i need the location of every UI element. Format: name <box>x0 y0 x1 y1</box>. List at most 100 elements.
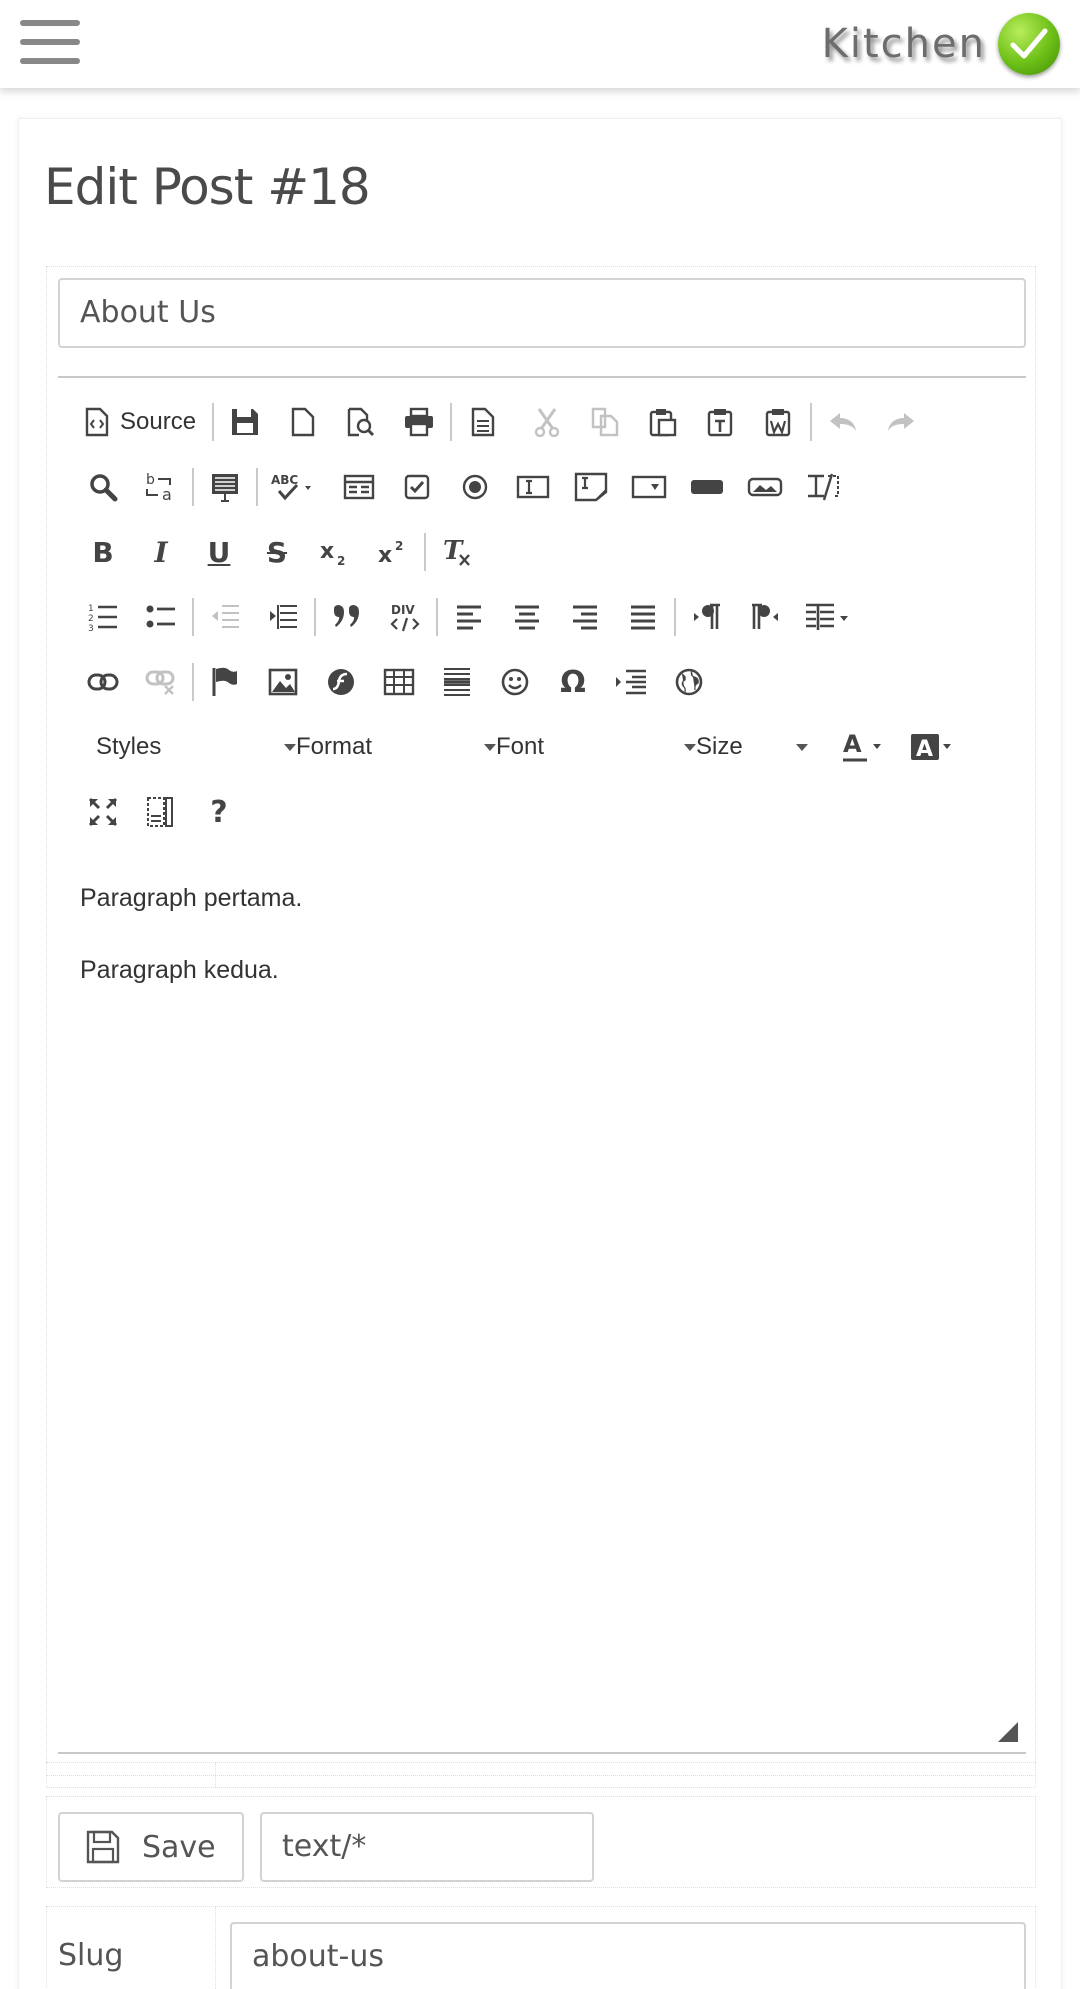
format-dropdown[interactable]: Format <box>296 721 496 773</box>
print-icon[interactable] <box>390 396 448 448</box>
paragraph[interactable]: Paragraph pertama. <box>80 883 1000 913</box>
div-container-icon[interactable]: DIV <box>376 591 434 643</box>
slug-field[interactable]: about-us <box>230 1922 1026 1989</box>
save-icon <box>86 1830 120 1864</box>
svg-text:2: 2 <box>88 614 94 624</box>
checkbox-icon[interactable] <box>388 461 446 513</box>
subscript-icon[interactable]: x2 <box>306 526 364 578</box>
iframe-globe-icon[interactable] <box>660 656 718 708</box>
increase-indent-icon[interactable] <box>254 591 312 643</box>
background-color-button[interactable]: A <box>898 721 968 773</box>
paste-text-icon[interactable] <box>692 396 750 448</box>
flash-icon[interactable] <box>312 656 370 708</box>
replace-icon[interactable]: ba <box>132 461 190 513</box>
link-icon[interactable] <box>74 656 132 708</box>
title-field[interactable]: About Us <box>58 278 1026 348</box>
rtl-icon[interactable] <box>736 591 794 643</box>
brand[interactable]: Kitchen <box>822 10 1060 78</box>
hidden-field-icon[interactable] <box>794 461 852 513</box>
resize-handle[interactable] <box>998 1722 1018 1742</box>
editor-status-strip <box>46 1762 1036 1788</box>
radio-icon[interactable] <box>446 461 504 513</box>
editor-content[interactable]: Paragraph pertama. Paragraph kedua. <box>80 883 1000 1027</box>
help-icon[interactable]: ? <box>190 786 248 838</box>
styles-label: Styles <box>96 733 162 760</box>
select-all-icon[interactable] <box>196 461 254 513</box>
bold-icon[interactable]: B <box>74 526 132 578</box>
menu-icon[interactable] <box>20 20 80 64</box>
italic-icon[interactable]: I <box>132 526 190 578</box>
source-label: Source <box>120 408 197 435</box>
toolbar-separator <box>256 468 258 506</box>
toolbar-separator <box>450 403 453 441</box>
align-left-icon[interactable] <box>440 591 498 643</box>
paragraph[interactable]: Paragraph kedua. <box>80 955 1000 985</box>
horizontal-rule-icon[interactable] <box>428 656 486 708</box>
ltr-icon[interactable] <box>678 591 736 643</box>
form-icon[interactable] <box>330 461 388 513</box>
page-title: Edit Post #18 <box>44 158 371 216</box>
font-dropdown[interactable]: Font <box>496 721 696 773</box>
save-button[interactable]: Save <box>58 1812 244 1882</box>
numbered-list-icon[interactable]: 123 <box>74 591 132 643</box>
toolbar-row-2: ba ABC <box>74 461 852 513</box>
remove-format-icon[interactable]: T <box>428 526 486 578</box>
textarea-icon[interactable] <box>562 461 620 513</box>
spellcheck-button[interactable]: ABC <box>260 461 330 513</box>
justify-icon[interactable] <box>614 591 672 643</box>
svg-text:2: 2 <box>337 554 345 566</box>
checkmark-icon <box>998 13 1060 75</box>
select-field-icon[interactable] <box>620 461 678 513</box>
copy-icon[interactable] <box>576 396 634 448</box>
superscript-icon[interactable]: x2 <box>364 526 422 578</box>
anchor-flag-icon[interactable] <box>196 656 254 708</box>
special-char-icon[interactable]: Ω <box>544 656 602 708</box>
language-icon[interactable] <box>794 591 860 643</box>
strikethrough-icon[interactable]: S <box>248 526 306 578</box>
bulleted-list-icon[interactable] <box>132 591 190 643</box>
image-icon[interactable] <box>254 656 312 708</box>
mime-type-field[interactable]: text/* <box>260 1812 594 1882</box>
svg-text:2: 2 <box>395 539 403 553</box>
text-color-button[interactable]: A <box>828 721 898 773</box>
align-right-icon[interactable] <box>556 591 614 643</box>
toolbar-row-6: Styles Format Font Size A A <box>96 721 968 773</box>
image-button-icon[interactable] <box>736 461 794 513</box>
chevron-down-icon <box>796 743 808 751</box>
maximize-icon[interactable] <box>74 786 132 838</box>
underline-icon[interactable]: U <box>190 526 248 578</box>
unlink-icon[interactable] <box>132 656 190 708</box>
smiley-icon[interactable] <box>486 656 544 708</box>
font-label: Font <box>496 733 545 760</box>
table-icon[interactable] <box>370 656 428 708</box>
paste-icon[interactable] <box>634 396 692 448</box>
cut-icon[interactable] <box>518 396 576 448</box>
toolbar-separator <box>514 403 516 441</box>
paste-word-icon[interactable] <box>750 396 808 448</box>
find-icon[interactable] <box>74 461 132 513</box>
source-button[interactable]: Source <box>58 396 210 448</box>
size-dropdown[interactable]: Size <box>696 721 808 773</box>
toolbar-separator <box>192 598 194 636</box>
redo-icon[interactable] <box>872 396 930 448</box>
align-center-icon[interactable] <box>498 591 556 643</box>
templates-icon[interactable] <box>454 396 512 448</box>
chevron-down-icon <box>684 743 696 751</box>
styles-dropdown[interactable]: Styles <box>96 721 296 773</box>
toolbar-row-7: ? <box>74 786 248 838</box>
text-field-icon[interactable] <box>504 461 562 513</box>
svg-text:x: x <box>320 539 334 564</box>
undo-icon[interactable] <box>814 396 872 448</box>
decrease-indent-icon[interactable] <box>196 591 254 643</box>
button-field-icon[interactable] <box>678 461 736 513</box>
blockquote-icon[interactable] <box>318 591 376 643</box>
show-blocks-icon[interactable] <box>132 786 190 838</box>
svg-text:T: T <box>443 537 464 566</box>
toolbar-row-3: B I U S x2 x2 T <box>74 526 486 578</box>
page-break-icon[interactable] <box>602 656 660 708</box>
toolbar-separator <box>212 403 215 441</box>
save-icon[interactable] <box>216 396 274 448</box>
toolbar-row-4: 123 DIV <box>74 591 860 643</box>
new-page-icon[interactable] <box>274 396 332 448</box>
preview-icon[interactable] <box>332 396 390 448</box>
